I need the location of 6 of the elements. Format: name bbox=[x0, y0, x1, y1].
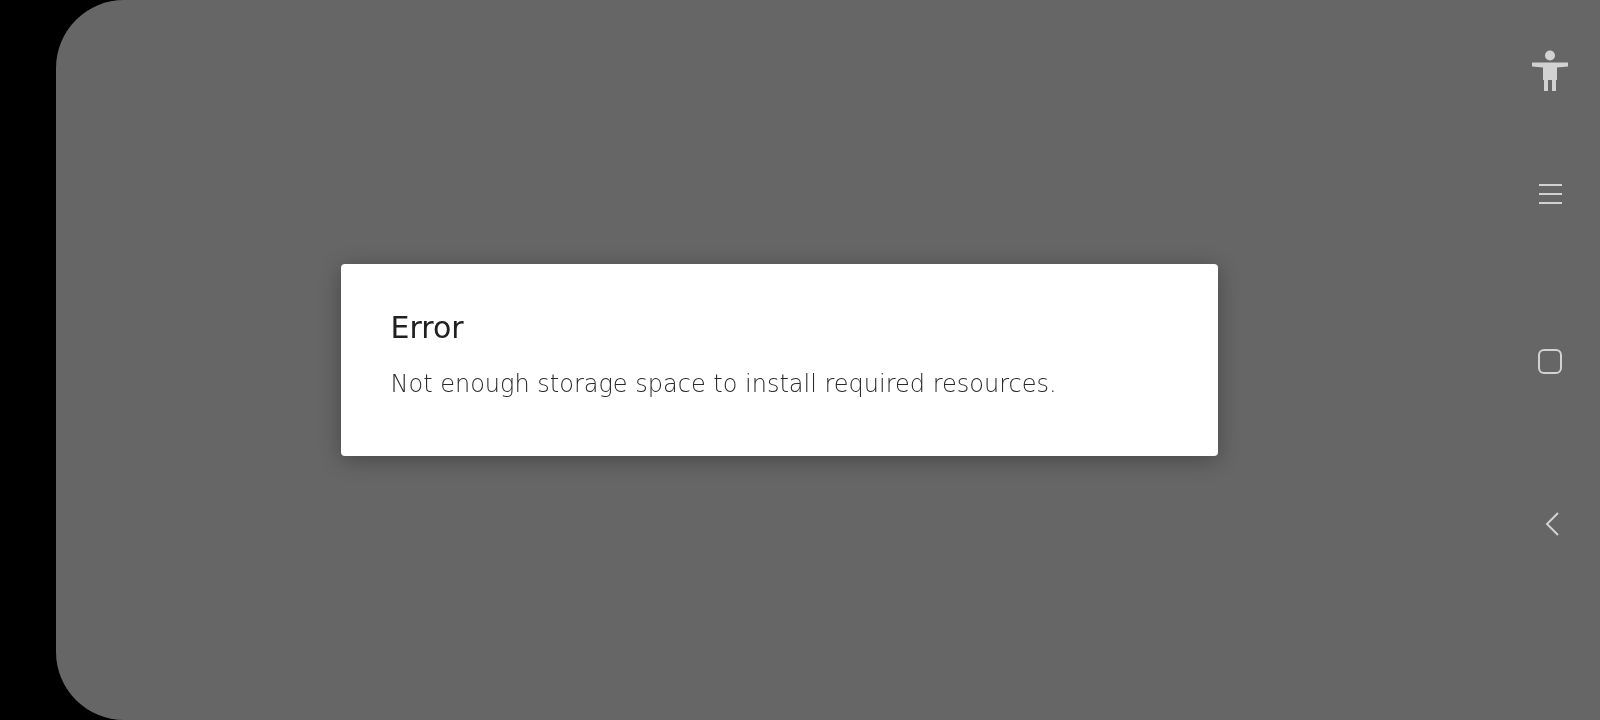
menu-icon[interactable] bbox=[1538, 184, 1562, 204]
back-chevron-icon[interactable] bbox=[1545, 512, 1559, 536]
home-square-icon[interactable] bbox=[1538, 349, 1562, 374]
dialog-title: Error bbox=[390, 309, 464, 347]
dialog-message: Not enough storage space to install required resources. bbox=[390, 369, 1057, 400]
accessibility-icon[interactable] bbox=[1532, 50, 1568, 91]
